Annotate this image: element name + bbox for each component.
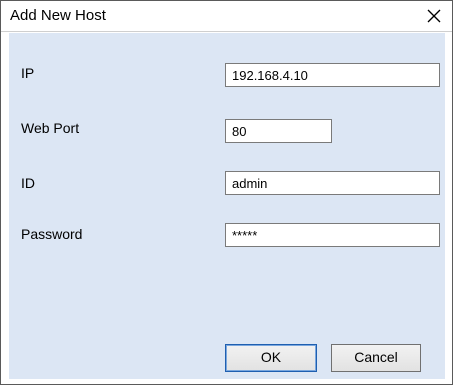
cancel-button[interactable]: Cancel	[331, 344, 421, 372]
ok-button[interactable]: OK	[225, 344, 317, 372]
dialog-title: Add New Host	[10, 7, 106, 24]
close-icon	[427, 9, 441, 23]
close-button[interactable]	[422, 4, 446, 28]
id-field[interactable]	[225, 171, 440, 195]
password-field[interactable]	[225, 223, 440, 247]
web-port-field[interactable]	[225, 119, 332, 143]
password-label: Password	[21, 226, 83, 242]
title-bar[interactable]: Add New Host	[1, 1, 452, 32]
id-label: ID	[21, 175, 35, 191]
web-port-label: Web Port	[21, 120, 80, 136]
add-new-host-dialog: Add New Host IP Web Port ID Password OK …	[0, 0, 453, 385]
ip-field[interactable]	[225, 63, 440, 87]
dialog-body: IP Web Port ID Password OK Cancel	[9, 33, 445, 379]
ip-label: IP	[21, 65, 35, 81]
